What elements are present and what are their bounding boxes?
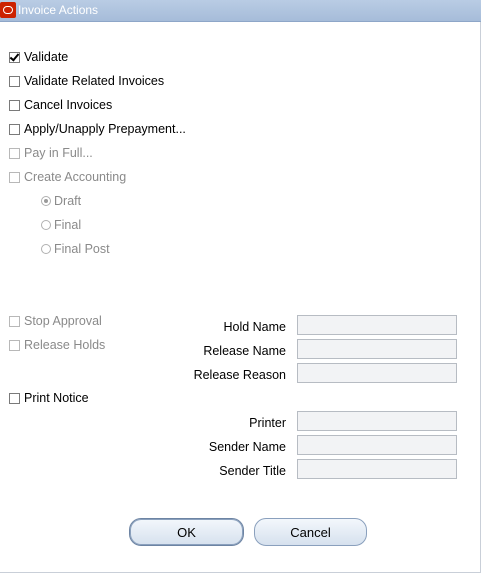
radio-draft[interactable]: Draft — [41, 192, 81, 210]
release-reason-field[interactable] — [297, 363, 457, 383]
pay-in-full-checkbox[interactable]: Pay in Full... — [9, 144, 93, 162]
stop-approval-checkbox[interactable]: Stop Approval — [9, 312, 102, 330]
checkbox-icon — [9, 339, 20, 351]
sender-name-label: Sender Name — [208, 440, 286, 454]
ok-button[interactable]: OK — [129, 518, 244, 546]
window-title: Invoice Actions — [18, 3, 99, 17]
apply-unapply-prepayment-checkbox[interactable]: Apply/Unapply Prepayment... — [9, 120, 186, 138]
checkbox-checked-icon — [9, 51, 20, 63]
ok-button-label: OK — [177, 524, 196, 540]
release-holds-checkbox[interactable]: Release Holds — [9, 336, 105, 354]
cancel-invoices-label: Cancel Invoices — [24, 98, 113, 112]
validate-related-label: Validate Related Invoices — [24, 74, 165, 88]
pay-in-full-label: Pay in Full... — [24, 146, 93, 160]
create-accounting-label: Create Accounting — [24, 170, 127, 184]
cancel-button[interactable]: Cancel — [254, 518, 367, 546]
radio-final-post[interactable]: Final Post — [41, 240, 110, 258]
release-reason-label: Release Reason — [193, 368, 286, 382]
radio-final[interactable]: Final — [41, 216, 81, 234]
stop-approval-label: Stop Approval — [24, 314, 102, 328]
title-bar: Invoice Actions — [0, 0, 481, 22]
radio-final-label: Final — [54, 218, 82, 232]
radio-final-post-label: Final Post — [54, 242, 110, 256]
checkbox-icon — [9, 171, 20, 183]
create-accounting-checkbox[interactable]: Create Accounting — [9, 168, 126, 186]
radio-draft-label: Draft — [54, 194, 82, 208]
print-notice-label: Print Notice — [24, 391, 89, 405]
sender-title-label: Sender Title — [219, 464, 286, 478]
checkbox-icon — [9, 99, 20, 111]
hold-name-field[interactable] — [297, 315, 457, 335]
print-notice-checkbox[interactable]: Print Notice — [9, 389, 89, 407]
invoice-actions-window: Invoice Actions Validate Validate Relate… — [0, 0, 481, 573]
sender-title-field[interactable] — [297, 459, 457, 479]
oracle-logo-icon — [0, 2, 16, 18]
release-holds-label: Release Holds — [24, 338, 106, 352]
printer-label: Printer — [249, 416, 286, 430]
radio-icon — [41, 220, 51, 230]
checkbox-icon — [9, 147, 20, 159]
release-name-label: Release Name — [203, 344, 286, 358]
sender-name-field[interactable] — [297, 435, 457, 455]
checkbox-icon — [9, 75, 20, 87]
checkbox-icon — [9, 315, 20, 327]
release-name-field[interactable] — [297, 339, 457, 359]
checkbox-icon — [9, 123, 20, 135]
cancel-invoices-checkbox[interactable]: Cancel Invoices — [9, 96, 112, 114]
cancel-button-label: Cancel — [290, 524, 331, 540]
validate-label: Validate — [24, 50, 69, 64]
apply-unapply-label: Apply/Unapply Prepayment... — [24, 122, 186, 136]
validate-related-invoices-checkbox[interactable]: Validate Related Invoices — [9, 72, 164, 90]
checkbox-icon — [9, 392, 20, 404]
radio-icon — [41, 244, 51, 254]
hold-name-label: Hold Name — [223, 320, 286, 334]
printer-field[interactable] — [297, 411, 457, 431]
radio-selected-icon — [41, 196, 51, 206]
validate-checkbox[interactable]: Validate — [9, 48, 68, 66]
